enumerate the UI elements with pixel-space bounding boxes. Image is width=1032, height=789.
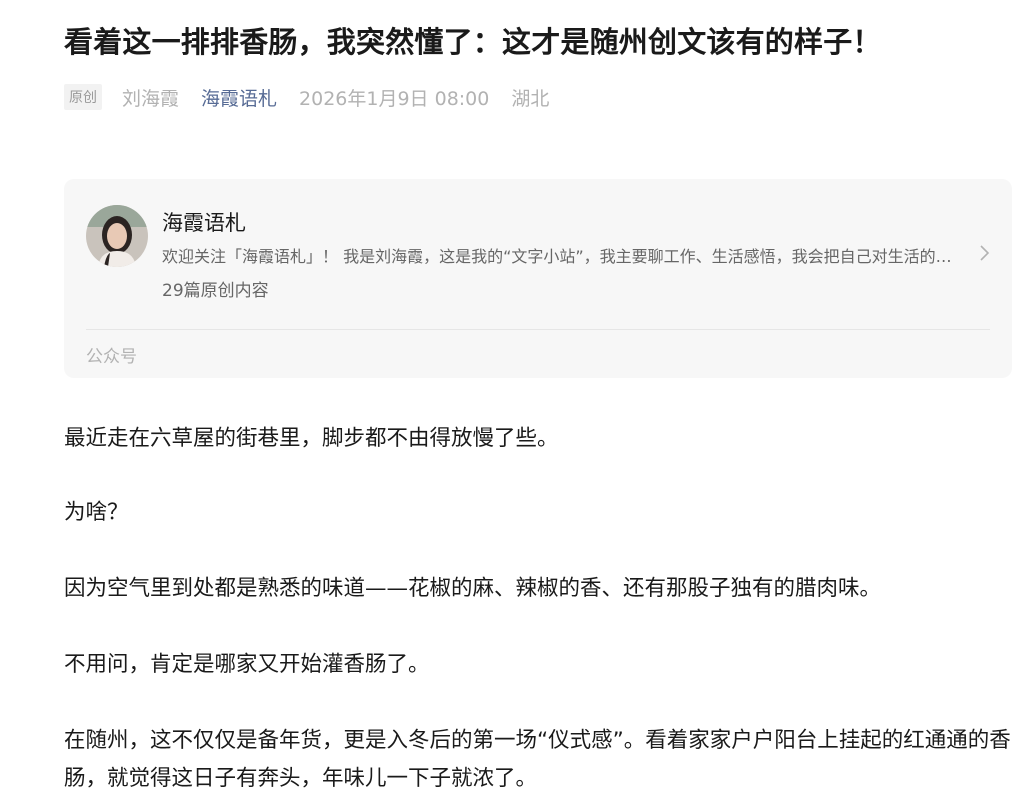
- paragraph-5: 在随州，这不仅仅是备年货，更是入冬后的第一场“仪式感”。看着家家户户阳台上挂起的…: [64, 728, 1011, 789]
- paragraph-1: 最近走在六草屋的街巷里，脚步都不由得放慢了些。: [64, 426, 559, 451]
- article-page: 看着这一排排香肠，我突然懂了：这才是随州创文该有的样子！ 原创 刘海霞 海霞语札…: [0, 0, 1032, 789]
- original-badge: 原创: [64, 84, 102, 110]
- account-link[interactable]: 海霞语札: [201, 84, 277, 111]
- account-description: 欢迎关注「海霞语札」！ 我是刘海霞，这是我的“文字小站”，我主要聊工作、生活感悟…: [162, 247, 952, 266]
- article-meta: 原创 刘海霞 海霞语札 2026年1月9日 08:00 湖北: [64, 82, 549, 112]
- paragraph-4: 不用问，肯定是哪家又开始灌香肠了。: [64, 652, 430, 677]
- publish-location: 湖北: [511, 87, 550, 110]
- paragraph-3: 因为空气里到处都是熟悉的味道——花椒的麻、辣椒的香、还有那股子独有的腊肉味。: [64, 576, 882, 601]
- article-title: 看着这一排排香肠，我突然懂了：这才是随州创文该有的样子！: [64, 25, 882, 59]
- chevron-right-icon[interactable]: [978, 243, 992, 263]
- account-type-label: 公众号: [86, 347, 137, 367]
- card-divider: [86, 329, 990, 330]
- paragraph-2: 为啥？: [64, 500, 129, 525]
- author-name: 刘海霞: [122, 87, 180, 110]
- account-profile-card[interactable]: 海霞语札 欢迎关注「海霞语札」！ 我是刘海霞，这是我的“文字小站”，我主要聊工作…: [64, 179, 1012, 378]
- original-count: 29篇原创内容: [162, 281, 269, 301]
- author-avatar[interactable]: [86, 205, 148, 267]
- publish-time: 2026年1月9日 08:00: [299, 87, 490, 110]
- account-name: 海霞语札: [162, 211, 246, 235]
